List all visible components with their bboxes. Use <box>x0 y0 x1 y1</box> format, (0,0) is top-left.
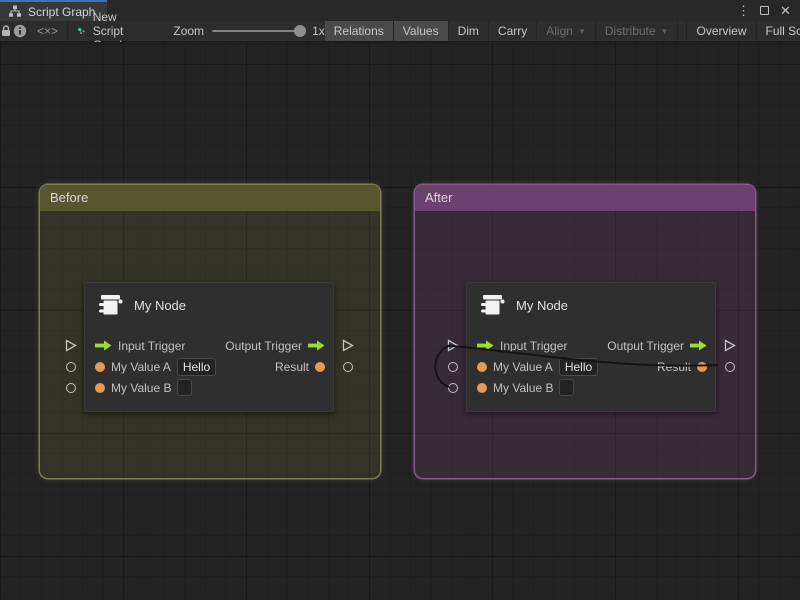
result-outer-port[interactable] <box>341 360 354 373</box>
group-after-header[interactable]: After <box>415 185 755 211</box>
chevron-down-icon: ▼ <box>578 27 586 36</box>
value-port-ring-icon <box>448 383 458 393</box>
value-b-label: My Value B <box>111 381 171 395</box>
zoom-label: Zoom <box>173 24 204 38</box>
result-label: Result <box>275 360 309 374</box>
node-my-node-before[interactable]: My Node Input Trigger Output Trigger My … <box>84 282 334 412</box>
value-a-outer-port[interactable] <box>446 360 459 373</box>
values-toggle[interactable]: Values <box>394 21 449 41</box>
result-port-icon[interactable] <box>315 362 325 372</box>
input-trigger-outer-port[interactable] <box>446 339 459 352</box>
script-graph-window: Script Graph ⋮ ✕ <×> <box>0 0 800 600</box>
node-row-trigger: Input Trigger Output Trigger <box>467 335 715 356</box>
value-port-ring-icon <box>66 362 76 372</box>
lock-icon <box>0 24 12 38</box>
lock-button[interactable] <box>0 21 13 41</box>
input-trigger-label: Input Trigger <box>118 339 185 353</box>
info-icon <box>13 24 27 38</box>
value-a-input[interactable]: Hello <box>177 358 216 376</box>
result-label: Result <box>657 360 691 374</box>
script-graph-asset-icon <box>78 24 86 38</box>
zoom-slider[interactable] <box>212 30 304 32</box>
maximize-glyph <box>760 6 769 15</box>
value-port-ring-icon <box>343 362 353 372</box>
flow-out-arrow-icon[interactable] <box>690 340 707 351</box>
graph-canvas[interactable]: Before After My Node <box>0 42 800 600</box>
node-row-value-b: My Value B <box>85 377 333 398</box>
result-port-icon[interactable] <box>697 362 707 372</box>
value-b-label: My Value B <box>493 381 553 395</box>
align-dropdown[interactable]: Align ▼ <box>537 21 596 41</box>
value-b-outer-port[interactable] <box>64 381 77 394</box>
flow-in-arrow-icon[interactable] <box>95 340 112 351</box>
output-trigger-outer-port[interactable] <box>341 339 354 352</box>
value-b-port-icon[interactable] <box>95 383 105 393</box>
graph-hierarchy-icon <box>8 5 22 18</box>
maximize-icon[interactable] <box>756 2 773 19</box>
value-a-label: My Value A <box>493 360 553 374</box>
node-row-value-a: My Value A Hello Result <box>85 356 333 377</box>
toolbar-right: Relations Values Dim Carry Align ▼ Distri… <box>325 21 800 41</box>
node-title: My Node <box>516 298 568 313</box>
full-screen-button[interactable]: Full Scr <box>757 21 800 41</box>
value-a-input[interactable]: Hello <box>559 358 598 376</box>
tab-label: Script Graph <box>28 5 95 19</box>
flow-in-arrow-icon[interactable] <box>477 340 494 351</box>
node-row-trigger: Input Trigger Output Trigger <box>85 335 333 356</box>
window-controls: ⋮ ✕ <box>735 0 800 21</box>
value-a-label: My Value A <box>111 360 171 374</box>
close-icon[interactable]: ✕ <box>777 2 794 19</box>
tab-script-graph[interactable]: Script Graph <box>0 0 107 21</box>
value-b-input[interactable] <box>177 379 192 396</box>
chevron-down-icon: ▼ <box>661 27 669 36</box>
value-a-outer-port[interactable] <box>64 360 77 373</box>
distribute-dropdown[interactable]: Distribute ▼ <box>596 21 679 41</box>
value-b-port-icon[interactable] <box>477 383 487 393</box>
flow-out-arrow-icon[interactable] <box>308 340 325 351</box>
flow-port-triangle-icon <box>65 339 77 352</box>
edit-code-button[interactable]: <×> <box>28 21 68 41</box>
node-row-value-a: My Value A Hello Result <box>467 356 715 377</box>
value-a-port-icon[interactable] <box>95 362 105 372</box>
input-trigger-label: Input Trigger <box>500 339 567 353</box>
unit-node-icon <box>97 292 124 319</box>
dim-toggle[interactable]: Dim <box>449 21 489 41</box>
value-b-outer-port[interactable] <box>446 381 459 394</box>
value-a-port-icon[interactable] <box>477 362 487 372</box>
zoom-control: Zoom 1x <box>145 21 324 41</box>
node-my-node-after[interactable]: My Node Input Trigger Output Trigger My … <box>466 282 716 412</box>
node-header[interactable]: My Node <box>467 283 715 327</box>
value-b-input[interactable] <box>559 379 574 396</box>
overview-button[interactable]: Overview <box>687 21 756 41</box>
flow-port-triangle-icon <box>447 339 459 352</box>
value-port-ring-icon <box>66 383 76 393</box>
node-title: My Node <box>134 298 186 313</box>
group-before-header[interactable]: Before <box>40 185 380 211</box>
flow-port-triangle-icon <box>342 339 354 352</box>
distribute-label: Distribute <box>605 24 656 38</box>
zoom-value: 1x <box>312 24 325 38</box>
graph-title: New Script Graph <box>68 21 145 41</box>
input-trigger-outer-port[interactable] <box>64 339 77 352</box>
kebab-menu-icon[interactable]: ⋮ <box>735 2 752 19</box>
node-header[interactable]: My Node <box>85 283 333 327</box>
unit-node-icon <box>479 292 506 319</box>
flow-port-triangle-icon <box>724 339 736 352</box>
toolbar: <×> New Script Graph Zoom 1x Relations V… <box>0 21 800 42</box>
value-port-ring-icon <box>725 362 735 372</box>
zoom-slider-handle[interactable] <box>294 25 306 37</box>
value-port-ring-icon <box>448 362 458 372</box>
inspector-button[interactable] <box>13 21 28 41</box>
output-trigger-label: Output Trigger <box>607 339 684 353</box>
align-label: Align <box>546 24 573 38</box>
result-outer-port[interactable] <box>723 360 736 373</box>
output-trigger-outer-port[interactable] <box>723 339 736 352</box>
relations-toggle[interactable]: Relations <box>325 21 394 41</box>
carry-toggle[interactable]: Carry <box>489 21 537 41</box>
output-trigger-label: Output Trigger <box>225 339 302 353</box>
toolbar-separator <box>678 21 687 41</box>
node-row-value-b: My Value B <box>467 377 715 398</box>
